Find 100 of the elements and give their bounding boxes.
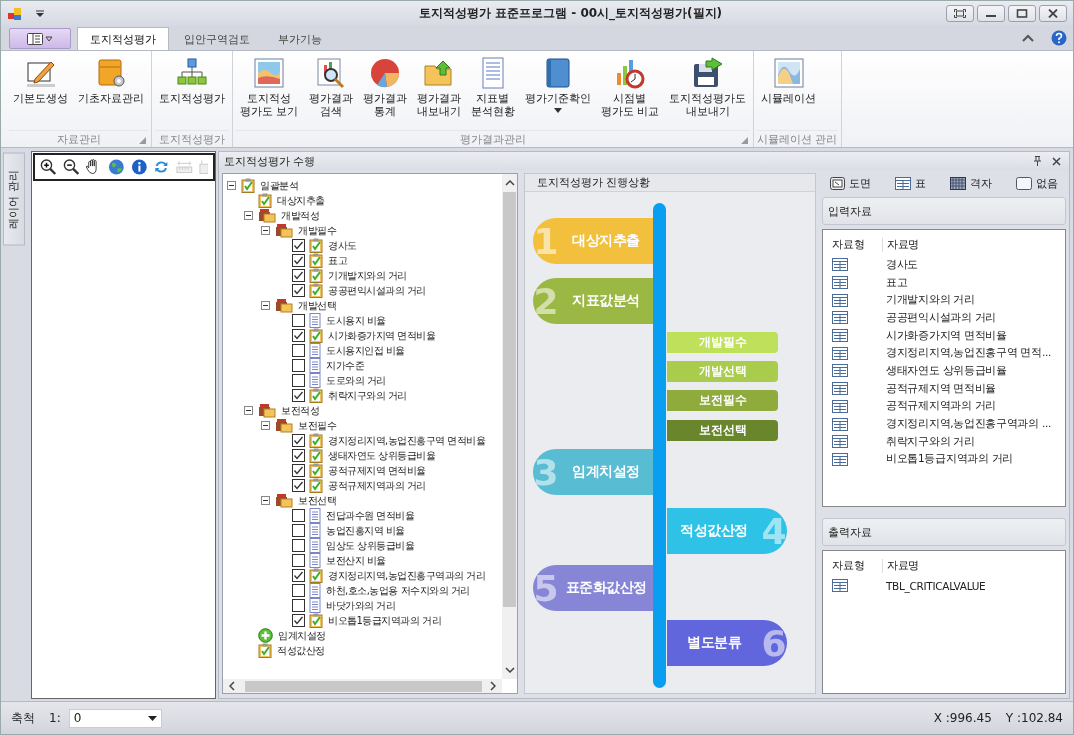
list-item[interactable]: 공적규제지역과의 거리	[882, 399, 997, 414]
ribbon-button[interactable]: 토지적성평가도 내보내기	[665, 55, 750, 130]
tree-item[interactable]: 농업진흥지역 비율	[326, 523, 405, 538]
list-item[interactable]: 경지정리지역,농업진흥구역과의 ...	[882, 417, 1051, 432]
checkbox[interactable]	[292, 254, 305, 267]
expander-icon[interactable]	[261, 226, 270, 235]
ribbon-button[interactable]: 평가결과 내보내기	[412, 55, 465, 130]
maximize-button[interactable]	[1008, 5, 1036, 22]
tree-item[interactable]: 비오톱1등급지역과의 거리	[328, 613, 442, 628]
tree-item[interactable]: 생태자연도 상위등급비율	[328, 448, 436, 463]
collapse-ribbon-icon[interactable]	[1021, 33, 1035, 43]
checkbox[interactable]	[292, 449, 305, 462]
expander-icon[interactable]	[244, 406, 253, 415]
checkbox[interactable]	[292, 314, 305, 327]
checkbox[interactable]	[292, 434, 305, 447]
column-header[interactable]: 자료명	[883, 559, 920, 573]
checkbox[interactable]	[292, 329, 305, 342]
expander-icon[interactable]	[261, 301, 270, 310]
checkbox[interactable]	[292, 584, 305, 597]
column-header[interactable]: 자료형	[826, 559, 883, 573]
tree-item[interactable]: 개발선택	[298, 298, 336, 313]
scroll-right-icon[interactable]	[490, 681, 496, 691]
checkbox[interactable]	[292, 359, 305, 372]
tree-item[interactable]: 보전산지 비율	[326, 553, 386, 568]
tree-item[interactable]: 취락지구와의 거리	[328, 388, 407, 403]
globe-icon[interactable]	[108, 158, 125, 176]
tree-item[interactable]: 개발적성	[281, 208, 319, 223]
tree-item[interactable]: 도로와의 거리	[326, 373, 386, 388]
column-header[interactable]: 자료명	[883, 238, 920, 252]
tree-item[interactable]: 시가화증가지역 면적비율	[328, 328, 436, 343]
checkbox[interactable]	[292, 479, 305, 492]
tree-item[interactable]: 일괄분석	[260, 178, 298, 193]
zoom-out-icon[interactable]	[62, 158, 80, 176]
expander-icon[interactable]	[227, 181, 236, 190]
list-item[interactable]: 비오톱1등급지역과의 거리	[882, 452, 1014, 467]
launcher-icon[interactable]	[741, 137, 748, 144]
view-option[interactable]: 도면	[849, 175, 871, 191]
ribbon-button[interactable]: 토지적성평가	[155, 55, 229, 130]
pin-icon[interactable]	[1033, 156, 1042, 166]
horizontal-scrollbar[interactable]	[223, 679, 502, 693]
tree-item[interactable]: 임계치설정	[278, 628, 326, 643]
map-frame-icon[interactable]	[830, 176, 845, 190]
ribbon-button[interactable]: 시뮬레이션	[757, 55, 820, 130]
checkbox[interactable]	[292, 239, 305, 252]
minimize-button[interactable]	[977, 5, 1005, 22]
view-option[interactable]: 격자	[970, 175, 992, 191]
grid-icon[interactable]	[950, 176, 966, 190]
tree-item[interactable]: 적성값산정	[277, 643, 325, 658]
expander-icon[interactable]	[261, 421, 270, 430]
launcher-icon[interactable]	[139, 137, 146, 144]
tree-item[interactable]: 표고	[328, 253, 347, 268]
fullscreen-button[interactable]	[946, 5, 974, 22]
tree-item[interactable]: 도시용지인접 비율	[326, 343, 405, 358]
ribbon-button[interactable]: 지표별 분석현황	[466, 55, 519, 130]
ribbon-tab[interactable]: 토지적성평가	[77, 27, 169, 50]
tree-item[interactable]: 바닷가와의 거리	[326, 598, 396, 613]
list-item[interactable]: TBL_CRITICALVALUE	[882, 579, 986, 592]
tree-item[interactable]: 전답과수원 면적비율	[326, 508, 415, 523]
tree-item[interactable]: 대상지추출	[277, 193, 325, 208]
checkbox[interactable]	[292, 389, 305, 402]
list-item[interactable]: 시가화증가지역 면적비율	[882, 328, 1007, 343]
tree-item[interactable]: 하천,호소,농업용 저수지와의 거리	[326, 583, 470, 598]
scroll-down-icon[interactable]	[504, 667, 515, 673]
column-header[interactable]: 자료형	[826, 238, 883, 252]
list-item[interactable]: 경지정리지역,농업진흥구역 면적...	[882, 346, 1051, 361]
ribbon-tab[interactable]: 부가기능	[265, 27, 335, 50]
tree-item[interactable]: 공공편익시설과의 거리	[328, 283, 426, 298]
tree-item[interactable]: 경지정리지역,농업진흥구역 면적비율	[328, 433, 486, 448]
close-button[interactable]	[1039, 5, 1067, 22]
tree-item[interactable]: 개발필수	[298, 223, 336, 238]
tree-item[interactable]: 임상도 상위등급비율	[326, 538, 415, 553]
dropdown-icon[interactable]	[35, 9, 45, 18]
list-item[interactable]: 공적규제지역 면적비율	[882, 381, 997, 396]
table-icon[interactable]	[895, 176, 911, 190]
tree-item[interactable]: 지가수준	[326, 358, 364, 373]
scale-dropdown[interactable]: 0	[68, 708, 162, 728]
checkbox[interactable]	[292, 284, 305, 297]
checkbox[interactable]	[292, 614, 305, 627]
side-tab[interactable]: 레이어 관리	[3, 153, 25, 246]
ribbon-button[interactable]: 기초자료관리	[74, 55, 148, 130]
checkbox[interactable]	[292, 509, 305, 522]
substep-button[interactable]: 보전선택	[667, 420, 778, 441]
ribbon-button[interactable]: 토지적성 평가도 보기	[236, 55, 303, 130]
checkbox[interactable]	[292, 464, 305, 477]
ribbon-button[interactable]: 기본도생성	[9, 55, 72, 130]
checkbox[interactable]	[292, 569, 305, 582]
view-option[interactable]: 표	[915, 175, 926, 191]
scroll-up-icon[interactable]	[504, 180, 515, 186]
checkbox[interactable]	[292, 344, 305, 357]
view-option[interactable]: 없음	[1036, 175, 1058, 191]
checkbox[interactable]	[292, 554, 305, 567]
tree-item[interactable]: 기개발지와의 거리	[328, 268, 407, 283]
list-item[interactable]: 표고	[882, 275, 908, 290]
checkbox[interactable]	[292, 539, 305, 552]
tree-item[interactable]: 도시용지 비율	[326, 313, 386, 328]
ribbon-button[interactable]: 시점별 평가도 비교	[596, 55, 663, 130]
ribbon-button[interactable]: 평가결과 검색	[304, 55, 357, 130]
tree-item[interactable]: 경사도	[328, 238, 357, 253]
checkbox[interactable]	[292, 524, 305, 537]
tree-item[interactable]: 경지정리지역,농업진흥구역과의 거리	[328, 568, 486, 583]
